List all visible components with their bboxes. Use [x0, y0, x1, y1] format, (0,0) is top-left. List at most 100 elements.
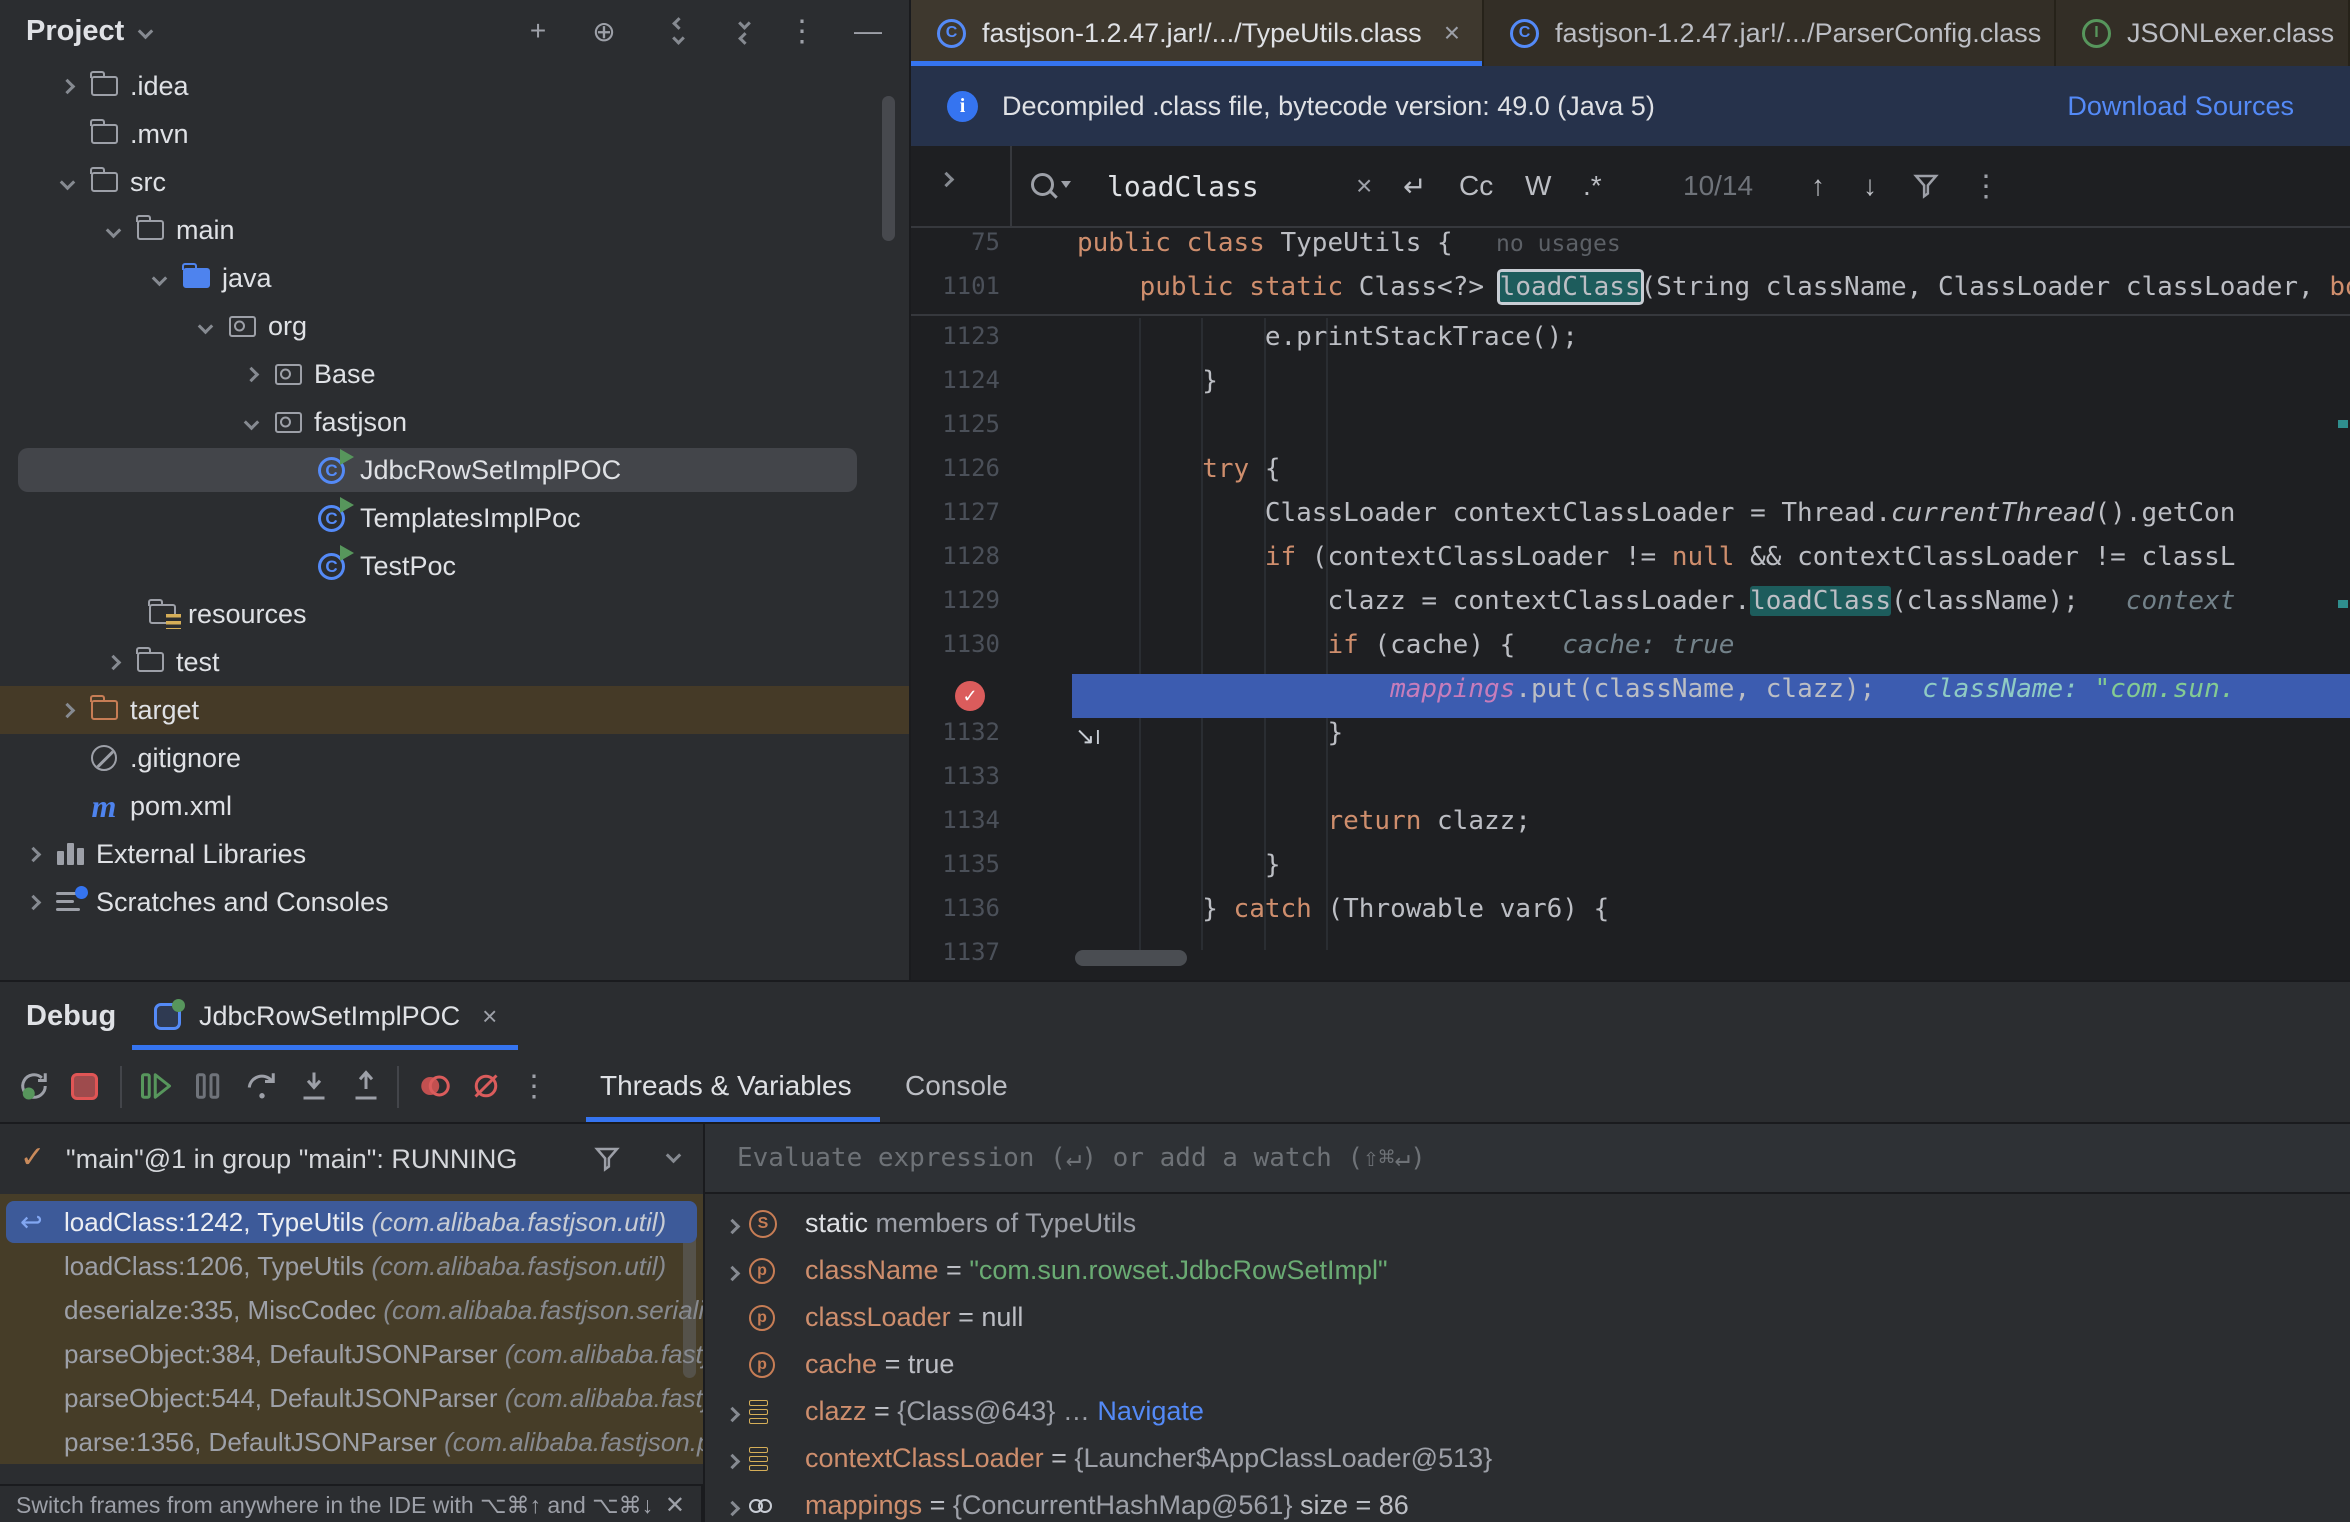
chevron-down-icon[interactable] — [666, 1148, 682, 1164]
stop-icon[interactable] — [64, 1066, 104, 1106]
tree-item-testpoc[interactable]: CTestPoc — [0, 542, 909, 590]
locate-icon[interactable]: ⊕ — [589, 15, 619, 48]
search-icon[interactable] — [1029, 146, 1059, 226]
tree-item-base[interactable]: Base — [0, 350, 909, 398]
editor-tab[interactable]: IJSONLexer.class — [2056, 0, 2350, 66]
tree-item-target[interactable]: target — [0, 686, 909, 734]
collapse-all-icon[interactable] — [721, 19, 751, 43]
more-icon[interactable]: ⋮ — [1971, 146, 2001, 226]
step-out-icon[interactable] — [346, 1066, 386, 1106]
tree-item-org[interactable]: org — [0, 302, 909, 350]
more-icon[interactable]: ⋮ — [787, 14, 817, 49]
editor-tab[interactable]: Cfastjson-1.2.47.jar!/.../TypeUtils.clas… — [911, 0, 1484, 66]
code-line-1124[interactable]: 1124 } — [911, 366, 2350, 410]
tree-item-pom-xml[interactable]: mpom.xml — [0, 782, 909, 830]
tab-console[interactable]: Console — [905, 1050, 1008, 1122]
search-stripe-mark[interactable] — [2338, 600, 2348, 608]
frame-item[interactable]: parseObject:384, DefaultJSONParser (com.… — [0, 1332, 703, 1376]
variable-row[interactable]: pcache = true — [705, 1341, 2350, 1388]
tree-item-templatesimplpoc[interactable]: CTemplatesImplPoc — [0, 494, 909, 542]
thread-status-row[interactable]: ✓ "main"@1 in group "main": RUNNING — [0, 1124, 703, 1194]
variable-row[interactable]: contextClassLoader = {Launcher$AppClassL… — [705, 1435, 2350, 1482]
code-line-1128[interactable]: 1128 if (contextClassLoader != null && c… — [911, 542, 2350, 586]
newline-icon[interactable]: ↵ — [1403, 146, 1426, 226]
mute-breakpoints-icon[interactable] — [466, 1066, 506, 1106]
code-line-1125[interactable]: 1125 — [911, 410, 2350, 454]
frame-item[interactable]: parse:1356, DefaultJSONParser (com.aliba… — [0, 1420, 703, 1464]
code-line-1127[interactable]: 1127 ClassLoader contextClassLoader = Th… — [911, 498, 2350, 542]
prev-match-icon[interactable]: ↑ — [1811, 146, 1825, 226]
chevron-right-icon[interactable] — [705, 1255, 749, 1286]
code-editor[interactable]: 1123 e.printStackTrace();1124 }11251126 … — [911, 318, 2350, 980]
search-input[interactable]: loadClass — [1107, 146, 1259, 226]
chevron-right-icon[interactable] — [705, 1490, 749, 1521]
pause-icon[interactable] — [188, 1066, 228, 1106]
search-stripe-mark[interactable] — [2338, 420, 2348, 428]
view-breakpoints-icon[interactable] — [414, 1066, 454, 1106]
more-icon[interactable]: ⋮ — [514, 1066, 554, 1106]
filter-icon[interactable] — [1911, 146, 1941, 226]
tab-threads-variables[interactable]: Threads & Variables — [600, 1050, 852, 1122]
download-sources-link[interactable]: Download Sources — [2067, 91, 2294, 122]
debug-session-tab[interactable]: JdbcRowSetImplPOC × — [132, 982, 518, 1050]
evaluate-expression-input[interactable]: Evaluate expression (↵) or add a watch (… — [705, 1124, 2350, 1194]
code-line-1130[interactable]: 1130 if (cache) { cache: true — [911, 630, 2350, 674]
clear-search-icon[interactable]: × — [1356, 146, 1372, 226]
frame-item[interactable]: parseObject:544, DefaultJSONParser (com.… — [0, 1376, 703, 1420]
resume-icon[interactable] — [136, 1066, 176, 1106]
horizontal-scrollbar[interactable] — [1075, 950, 1187, 966]
match-case-button[interactable]: Cc — [1459, 146, 1493, 226]
variable-row[interactable]: clazz = {Class@643} … Navigate — [705, 1388, 2350, 1435]
debug-panel-title[interactable]: Debug — [26, 982, 116, 1050]
code-line-1136[interactable]: 1136 } catch (Throwable var6) { — [911, 894, 2350, 938]
close-icon[interactable]: × — [482, 1001, 497, 1032]
tree-item-scratches-and-consoles[interactable]: Scratches and Consoles — [0, 878, 909, 926]
code-line-1132[interactable]: 1132 } — [911, 718, 2350, 762]
chevron-right-icon[interactable] — [705, 1443, 749, 1474]
breakpoint-icon[interactable]: ✓ — [955, 681, 985, 711]
variable-row[interactable]: Sstatic members of TypeUtils — [705, 1200, 2350, 1247]
chevron-right-icon[interactable] — [705, 1208, 749, 1239]
variable-row[interactable]: mappings = {ConcurrentHashMap@561} size … — [705, 1482, 2350, 1522]
regex-button[interactable]: .* — [1583, 146, 1602, 226]
filter-icon[interactable] — [592, 1144, 622, 1179]
step-into-icon[interactable] — [294, 1066, 334, 1106]
plus-icon[interactable]: + — [523, 15, 553, 47]
tree-item-src[interactable]: src — [0, 158, 909, 206]
next-match-icon[interactable]: ↓ — [1863, 146, 1877, 226]
frame-item[interactable]: deserialze:335, MiscCodec (com.alibaba.f… — [0, 1288, 703, 1332]
code-line-1131[interactable]: ✓ mappings.put(className, clazz); classN… — [911, 674, 2350, 718]
chevron-down-icon[interactable] — [138, 23, 154, 39]
hide-icon[interactable]: — — [853, 15, 883, 47]
tree-item-jdbcrowsetimplpoc[interactable]: CJdbcRowSetImplPOC — [0, 446, 909, 494]
code-line-75[interactable]: 75public class TypeUtils { no usages — [911, 228, 2350, 272]
variable-row[interactable]: pclassLoader = null — [705, 1294, 2350, 1341]
tree-item-resources[interactable]: resources — [0, 590, 909, 638]
code-line-1135[interactable]: 1135 } — [911, 850, 2350, 894]
code-line-1129[interactable]: 1129 clazz = contextClassLoader.loadClas… — [911, 586, 2350, 630]
tree-item--mvn[interactable]: .mvn — [0, 110, 909, 158]
tree-item--idea[interactable]: .idea — [0, 62, 909, 110]
code-line-1134[interactable]: 1134 return clazz; — [911, 806, 2350, 850]
frame-item[interactable]: loadClass:1206, TypeUtils (com.alibaba.f… — [0, 1244, 703, 1288]
gutter-chevron-icon[interactable] — [939, 172, 955, 188]
step-over-icon[interactable] — [242, 1066, 282, 1106]
close-icon[interactable]: × — [1444, 17, 1460, 49]
close-icon[interactable]: ✕ — [665, 1491, 685, 1520]
tree-item--gitignore[interactable]: .gitignore — [0, 734, 909, 782]
project-tree-scrollbar[interactable] — [882, 96, 895, 241]
whole-words-button[interactable]: W — [1525, 146, 1551, 226]
tree-item-java[interactable]: java — [0, 254, 909, 302]
tree-item-external-libraries[interactable]: External Libraries — [0, 830, 909, 878]
code-line-1101[interactable]: 1101 public static Class<?> loadClass(St… — [911, 272, 2350, 316]
code-line-1133[interactable]: 1133 — [911, 762, 2350, 806]
code-line-1123[interactable]: 1123 e.printStackTrace(); — [911, 322, 2350, 366]
project-panel-title[interactable]: Project — [26, 15, 124, 48]
expand-all-icon[interactable] — [655, 19, 685, 43]
variable-row[interactable]: pclassName = "com.sun.rowset.JdbcRowSetI… — [705, 1247, 2350, 1294]
frame-item[interactable]: ↩loadClass:1242, TypeUtils (com.alibaba.… — [0, 1200, 703, 1244]
tree-item-fastjson[interactable]: fastjson — [0, 398, 909, 446]
rerun-debug-icon[interactable] — [14, 1066, 54, 1106]
code-line-1126[interactable]: 1126 try { — [911, 454, 2350, 498]
editor-tab[interactable]: Cfastjson-1.2.47.jar!/.../ParserConfig.c… — [1484, 0, 2056, 66]
